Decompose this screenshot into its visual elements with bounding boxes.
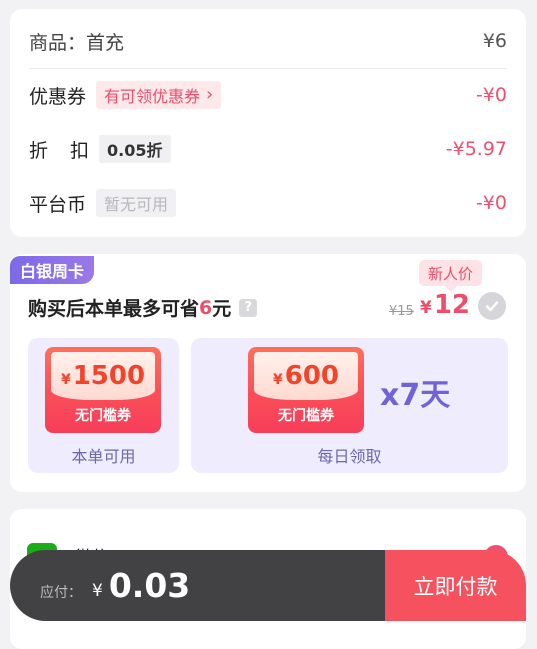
coupon-label: 优惠券	[29, 85, 87, 108]
price-currency: ¥	[420, 298, 432, 318]
offer-price: ¥ 12	[420, 290, 470, 320]
savings-headline: 购买后本单最多可省 6 元 ?	[28, 294, 258, 321]
headline-prefix: 购买后本单最多可省	[28, 298, 200, 320]
check-circle-icon[interactable]	[478, 292, 506, 320]
platform-coin-row: 平台币 暂无可用 -¥0	[29, 187, 507, 219]
amount-due: 应付： ¥ 0.03	[10, 550, 385, 621]
coupon-row[interactable]: 优惠券 有可领优惠券 › -¥0	[29, 79, 507, 111]
divider	[29, 68, 507, 69]
chevron-right-icon: ›	[206, 84, 214, 105]
amount-due-value: 0.03	[108, 566, 191, 605]
claim-coupon-button[interactable]: 有可领优惠券 ›	[96, 81, 222, 109]
platform-coin-value: -¥0	[475, 192, 507, 214]
claim-coupon-label: 有可领优惠券	[104, 87, 201, 106]
discount-value: -¥5.97	[445, 138, 507, 160]
voucher-label: 无门槛券	[75, 408, 131, 424]
product-row: 商品：首充 ¥6	[29, 25, 507, 57]
voucher-amount: ¥ 600	[254, 352, 358, 400]
voucher-1500: ¥ 1500 无门槛券	[45, 347, 161, 433]
weekly-card-offer[interactable]: 白银周卡 购买后本单最多可省 6 元 ? 新人价 ¥15 ¥ 12 ¥ 1500…	[10, 254, 526, 492]
voucher-600: ¥ 600 无门槛券	[248, 347, 364, 433]
platform-coin-label: 平台币	[29, 193, 87, 216]
voucher-value: 1500	[72, 361, 146, 391]
headline-amount: 6	[199, 296, 213, 319]
benefit-caption: 每日领取	[317, 447, 382, 466]
old-price: ¥15	[389, 304, 414, 319]
benefit-daily: ¥ 600 无门槛券 x7天 每日领取	[191, 338, 508, 473]
voucher-currency: ¥	[272, 372, 283, 388]
voucher-currency: ¥	[60, 372, 71, 388]
voucher-amount: ¥ 1500	[51, 352, 155, 400]
checkout-bar: 应付： ¥ 0.03 立即付款	[10, 550, 526, 621]
platform-coin-tag: 暂无可用	[96, 189, 177, 217]
coupon-value: -¥0	[475, 84, 507, 106]
order-summary-card: 商品：首充 ¥6 优惠券 有可领优惠券 › -¥0 折扣 0.05折 -¥5.9…	[10, 9, 526, 237]
product-price: ¥6	[482, 30, 507, 52]
amount-due-currency: ¥	[92, 580, 103, 601]
help-icon[interactable]: ?	[239, 298, 258, 317]
price-amount: 12	[433, 290, 471, 320]
discount-tag: 0.05折	[99, 135, 171, 163]
pay-now-button[interactable]: 立即付款	[385, 550, 526, 621]
amount-due-label: 应付：	[40, 584, 82, 601]
headline-suffix: 元	[212, 298, 232, 320]
benefit-single-use: ¥ 1500 无门槛券 本单可用	[28, 338, 179, 473]
voucher-value: 600	[284, 361, 340, 391]
days-multiplier: x7天	[380, 378, 451, 413]
new-user-price-tag: 新人价	[419, 260, 483, 292]
benefit-caption: 本单可用	[71, 447, 136, 466]
voucher-label: 无门槛券	[278, 408, 334, 424]
plan-badge: 白银周卡	[10, 256, 95, 284]
product-label: 商品：首充	[29, 31, 125, 54]
discount-row: 折扣 0.05折 -¥5.97	[29, 133, 507, 165]
